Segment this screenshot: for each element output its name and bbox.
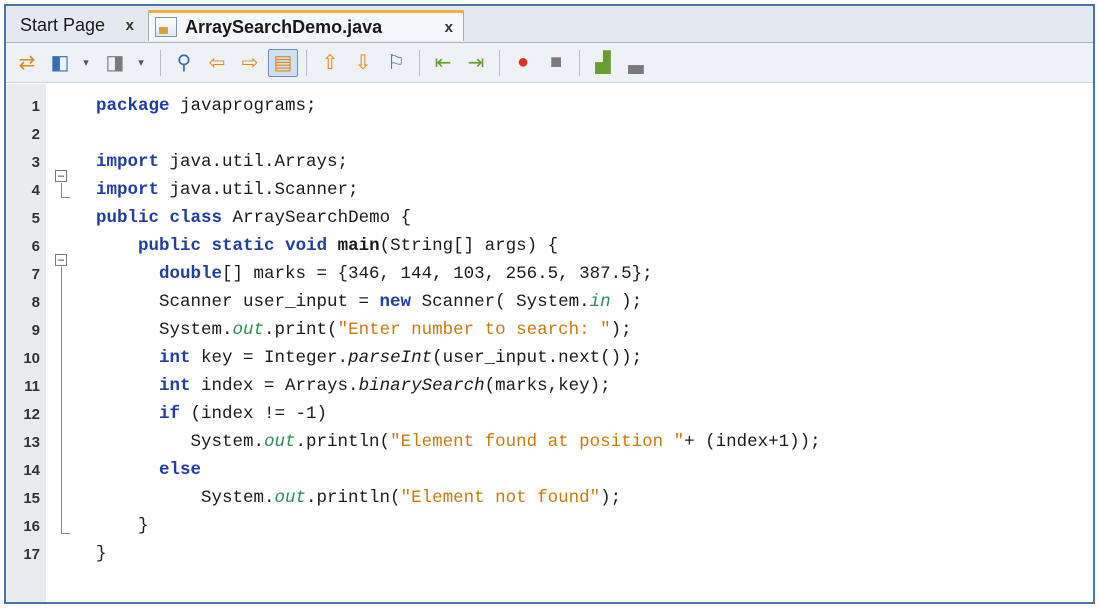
line-number: 8: [31, 293, 40, 311]
line-number: 7: [31, 265, 40, 283]
code-editor[interactable]: − − 1 package javaprograms; 2 3 import j…: [6, 84, 1093, 602]
code-line: 11 int index = Arrays.binarySearch(marks…: [6, 372, 1093, 400]
code-line: 9 System.out.print("Enter number to sear…: [6, 316, 1093, 344]
code-text: if (index != -1): [159, 404, 328, 424]
code-line: 3 import java.util.Arrays;: [6, 148, 1093, 176]
line-number: 6: [31, 237, 40, 255]
code-text: Scanner user_input = new Scanner( System…: [96, 292, 643, 312]
code-text: double[] marks = {346, 144, 103, 256.5, …: [159, 264, 653, 284]
code-text: import java.util.Arrays;: [96, 152, 349, 172]
editor-window: Start Page x ArraySearchDemo.java x ⇄ ◧ …: [4, 4, 1095, 604]
find-next-icon[interactable]: ⇨: [235, 49, 265, 77]
back-icon[interactable]: ◧: [45, 49, 75, 77]
stop-macro-icon[interactable]: ■: [541, 49, 571, 77]
line-number: 10: [23, 349, 40, 367]
code-line: 4 import java.util.Scanner;: [6, 176, 1093, 204]
close-icon[interactable]: x: [445, 19, 453, 36]
line-number: 4: [31, 181, 40, 199]
line-number: 1: [31, 97, 40, 115]
toolbar-separator: [160, 49, 161, 76]
code-text: public class ArraySearchDemo {: [96, 208, 412, 228]
dropdown-icon[interactable]: ▾: [133, 49, 149, 77]
code-text: System.out.println("Element not found");: [96, 488, 622, 508]
line-number: 12: [23, 405, 40, 423]
code-line: 12 if (index != -1): [6, 400, 1093, 428]
line-number: 13: [23, 433, 40, 451]
shift-left-icon[interactable]: ⇤: [428, 49, 458, 77]
tab-label: Start Page: [20, 15, 106, 35]
editor-toolbar: ⇄ ◧ ▾ ◨ ▾ ⚲ ⇦ ⇨ ▤ ⇧ ⇩ ⚐ ⇤ ⇥ ● ■ ▟ ▃: [6, 43, 1093, 83]
line-number: 11: [24, 377, 40, 395]
code-line: 15 System.out.println("Element not found…: [6, 484, 1093, 512]
tab-label: ArraySearchDemo.java: [185, 16, 383, 37]
java-file-icon: [155, 17, 177, 37]
code-line: 6 public static void main(String[] args)…: [6, 232, 1093, 260]
toolbar-separator: [419, 49, 420, 76]
code-line: 10 int key = Integer.parseInt(user_input…: [6, 344, 1093, 372]
line-number: 3: [31, 153, 40, 171]
code-line: 2: [6, 120, 1093, 148]
line-number: 5: [31, 209, 40, 227]
toolbar-separator: [499, 49, 500, 76]
code-line: 17 }: [6, 540, 1093, 568]
line-number: 2: [31, 125, 40, 143]
comment-icon[interactable]: ▟: [588, 49, 618, 77]
code-text: }: [96, 544, 107, 564]
code-line: 16 }: [6, 512, 1093, 540]
toggle-bookmark-icon[interactable]: ⚐: [381, 49, 411, 77]
code-text: System.out.println("Element found at pos…: [96, 432, 821, 452]
toggle-highlight-icon[interactable]: ▤: [268, 48, 298, 77]
line-number: 16: [23, 517, 40, 535]
code-text: public static void main(String[] args) {: [138, 236, 559, 256]
next-bookmark-icon[interactable]: ⇩: [348, 49, 378, 77]
shift-right-icon[interactable]: ⇥: [461, 49, 491, 77]
code-line: 1 package javaprograms;: [6, 92, 1093, 120]
code-line: 13 System.out.println("Element found at …: [6, 428, 1093, 456]
code-line: 8 Scanner user_input = new Scanner( Syst…: [6, 288, 1093, 316]
uncomment-icon[interactable]: ▃: [621, 49, 651, 77]
code-text: System.out.print("Enter number to search…: [96, 320, 632, 340]
previous-bookmark-icon[interactable]: ⇧: [315, 49, 345, 77]
tab-bar: Start Page x ArraySearchDemo.java x: [6, 6, 1093, 43]
line-number: 17: [23, 545, 40, 563]
dropdown-icon[interactable]: ▾: [78, 49, 94, 77]
close-icon[interactable]: x: [126, 17, 134, 34]
code-line: 14 else: [6, 456, 1093, 484]
code-line: 7 double[] marks = {346, 144, 103, 256.5…: [6, 260, 1093, 288]
code-text: else: [159, 460, 202, 480]
forward-icon[interactable]: ◨: [100, 49, 130, 77]
start-macro-icon[interactable]: ●: [508, 49, 538, 77]
line-number: 14: [23, 461, 40, 479]
tab-arraysearchdemo[interactable]: ArraySearchDemo.java x: [148, 10, 464, 41]
code-text: package javaprograms;: [96, 96, 317, 116]
find-icon[interactable]: ⚲: [169, 49, 199, 77]
find-previous-icon[interactable]: ⇦: [202, 49, 232, 77]
code-text: }: [96, 516, 149, 536]
toolbar-separator: [306, 49, 307, 76]
code-line: 5 public class ArraySearchDemo {: [6, 204, 1093, 232]
line-number: 15: [23, 489, 40, 507]
toolbar-separator: [579, 49, 580, 76]
source-history-icon[interactable]: ⇄: [12, 49, 42, 77]
code-text: int key = Integer.parseInt(user_input.ne…: [159, 348, 643, 368]
line-number: 9: [31, 321, 40, 339]
code-text: int index = Arrays.binarySearch(marks,ke…: [159, 376, 611, 396]
code-text: import java.util.Scanner;: [96, 180, 359, 200]
tab-start-page[interactable]: Start Page x: [12, 10, 144, 41]
